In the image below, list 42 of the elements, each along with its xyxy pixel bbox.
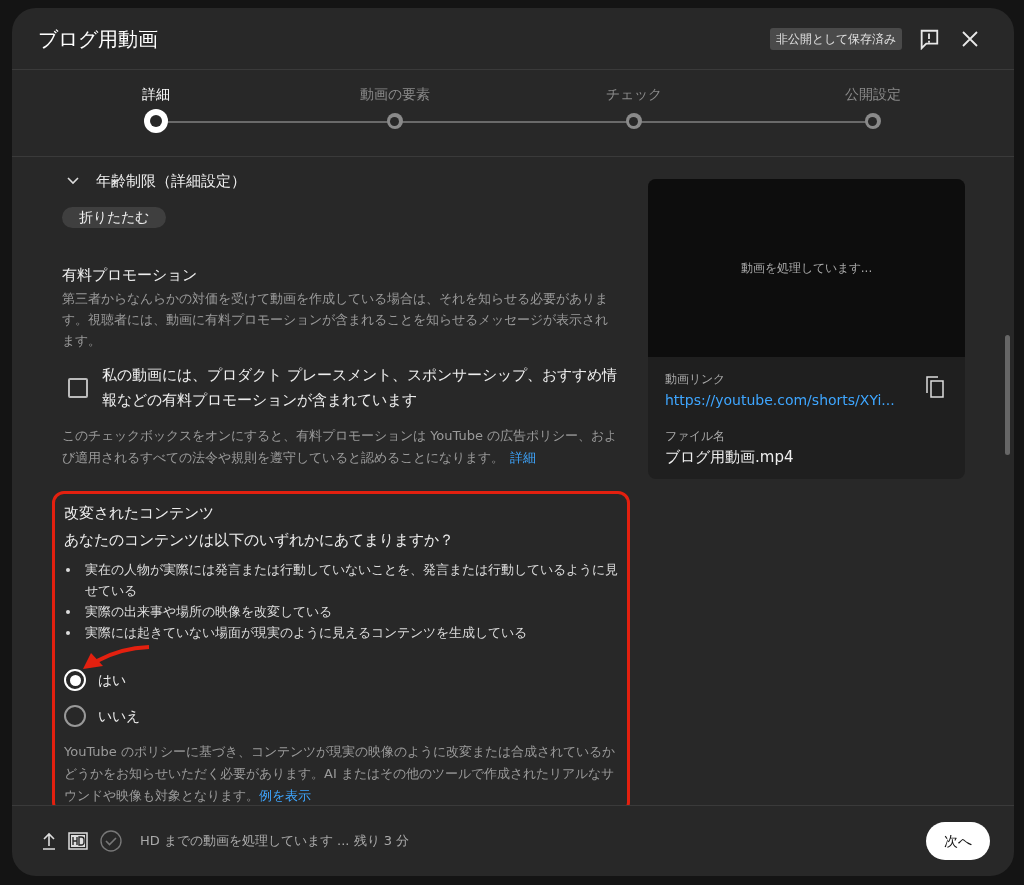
checkbox[interactable] xyxy=(68,378,88,398)
hd-icon[interactable] xyxy=(68,832,88,850)
status-badge: 非公開として保存済み xyxy=(770,27,902,50)
bullet-icon xyxy=(66,631,70,635)
processing-text: 動画を処理しています... xyxy=(740,260,873,277)
next-button[interactable]: 次へ xyxy=(926,822,990,860)
radio-button[interactable] xyxy=(64,705,86,727)
checkbox-label[interactable]: 私の動画には、プロダクト プレースメント、スポンサーシップ、おすすめ情報などの有料プロモーションが含まれています xyxy=(102,363,620,413)
examples-link[interactable]: 例を表示 xyxy=(259,788,311,803)
scrollbar[interactable] xyxy=(1005,335,1010,455)
close-icon[interactable] xyxy=(960,28,980,49)
note-text: このチェックボックスをオンにすると、有料プロモーションは YouTube の広告ポリシー、および適用されるすべての法令や規則を遵守していると認めることになります。 詳細 xyxy=(62,427,619,467)
upload-icon[interactable] xyxy=(42,832,56,850)
bullet-icon xyxy=(66,568,70,572)
field-label: ファイル名 xyxy=(665,428,726,445)
step-label[interactable]: チェック xyxy=(605,84,662,104)
step-label[interactable]: 詳細 xyxy=(141,84,170,104)
dialog-title: ブログ用動画 xyxy=(38,25,158,53)
note-text: YouTube のポリシーに基づき、コンテンツが現実の映像のように改変または合成されているかどうかをお知らせいただく必要があります。AI またはその他のツールで作成されたリアルなサウンドや映像も対象となります。例を表示 xyxy=(64,743,616,805)
copy-icon[interactable] xyxy=(926,376,944,398)
step-label[interactable]: 公開設定 xyxy=(844,84,901,104)
field-label: 動画リンク xyxy=(665,371,726,388)
bullet-text: 実際には起きていない場面が現実のように見えるコンテンツを生成している xyxy=(85,624,527,642)
radio-label[interactable]: いいえ xyxy=(98,705,140,727)
file-name: ブログ用動画.mp4 xyxy=(665,447,795,468)
check-circle-icon xyxy=(100,830,122,852)
radio-label[interactable]: はい xyxy=(98,669,126,691)
feedback-icon[interactable] xyxy=(918,27,940,50)
status-text: HD までの動画を処理しています ... 残り 3 分 xyxy=(140,832,410,851)
video-link[interactable]: https://youtube.com/shorts/XYi... xyxy=(665,390,926,411)
question-text: あなたのコンテンツは以下のいずれかにあてまりますか？ xyxy=(64,529,455,551)
bullet-text: 実在の人物が実際には発言または行動していないことを、発言または行動しているように見せている xyxy=(85,561,618,600)
collapse-button[interactable]: 折りたたむ xyxy=(62,206,166,228)
annotation-arrow xyxy=(83,645,150,669)
section-heading: 改変されたコンテンツ xyxy=(64,503,215,524)
section-heading: 有料プロモーション xyxy=(62,264,198,286)
bullet-icon xyxy=(66,610,70,614)
bullet-text: 実際の出来事や場所の映像を改変している xyxy=(85,603,332,621)
description-text: 第三者からなんらかの対価を受けて動画を作成している場合は、それを知らせる必要があります。視聴者には、動画に有料プロモーションが含まれることを知らせるメッセージが表示されます。 xyxy=(62,290,609,350)
section-toggle[interactable]: 年齢制限（詳細設定） xyxy=(96,170,246,193)
step-label[interactable]: 動画の要素 xyxy=(359,84,430,104)
details-link[interactable]: 詳細 xyxy=(510,450,536,465)
